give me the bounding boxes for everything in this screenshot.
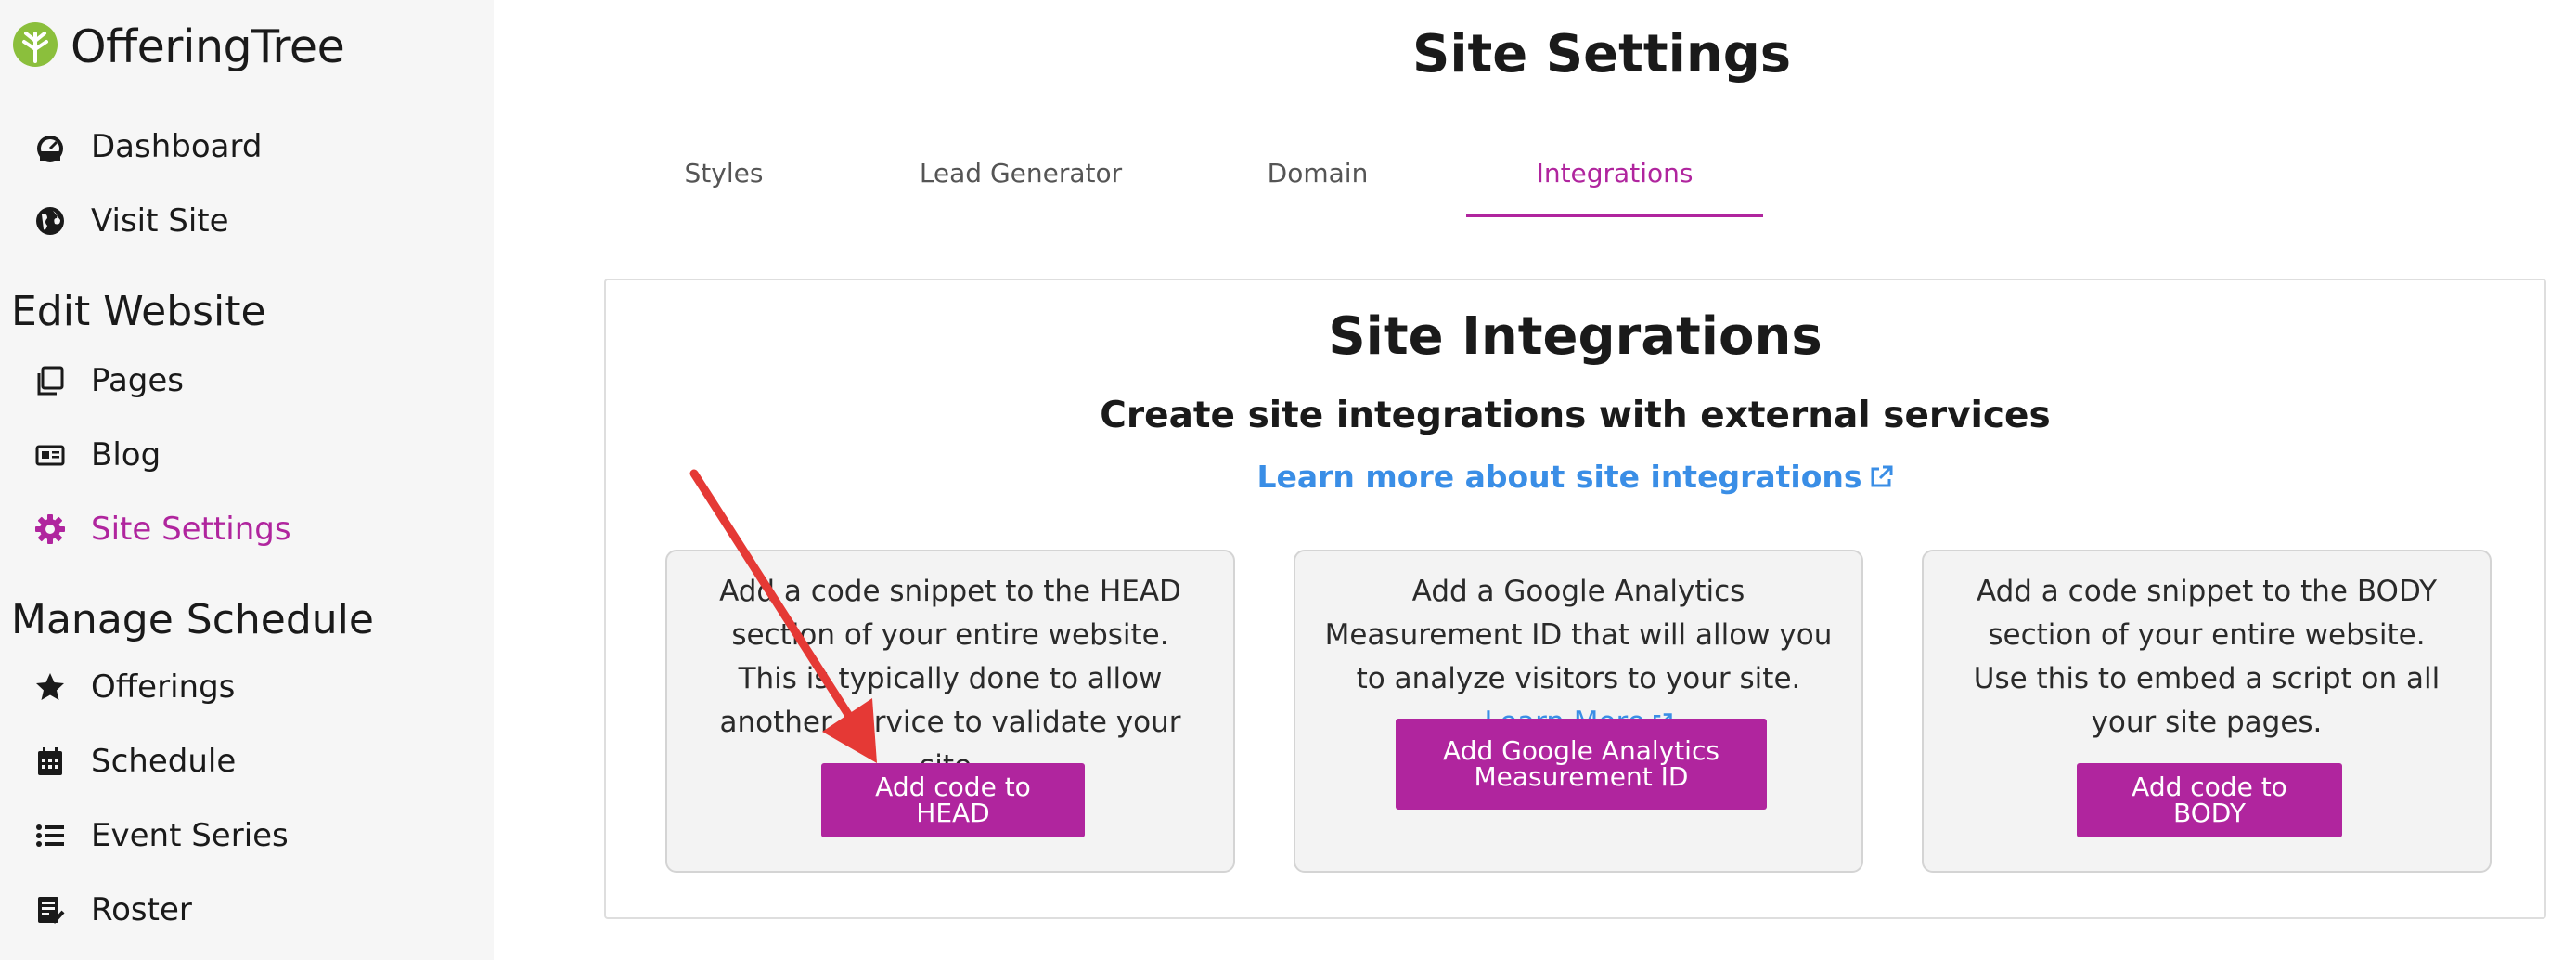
learn-more-integrations-label: Learn more about site integrations xyxy=(1256,459,1862,495)
sidebar-item-site-settings[interactable]: Site Settings xyxy=(32,503,291,555)
panel-subtitle: Create site integrations with external s… xyxy=(1100,395,2051,436)
body-card-description: Add a code snippet to the BODY section o… xyxy=(1973,575,2441,739)
sidebar-item-visit-site[interactable]: Visit Site xyxy=(32,195,229,247)
sidebar-item-roster[interactable]: Roster xyxy=(32,884,192,936)
speedometer-icon xyxy=(32,128,69,165)
add-code-to-body-button[interactable]: Add code to BODY xyxy=(2077,763,2342,837)
sidebar-item-pages[interactable]: Pages xyxy=(32,355,184,407)
add-code-to-head-button[interactable]: Add code to HEAD xyxy=(821,763,1085,837)
sidebar-item-dashboard[interactable]: Dashboard xyxy=(32,121,262,173)
brand-name: OfferingTree xyxy=(71,19,345,73)
sidebar-item-blog[interactable]: Blog xyxy=(32,429,161,481)
calendar-icon xyxy=(32,743,69,780)
head-code-card: Add a code snippet to the HEAD section o… xyxy=(665,550,1235,873)
sidebar-item-label: Schedule xyxy=(91,743,237,780)
sidebar-item-label: Site Settings xyxy=(91,511,291,548)
sidebar-item-event-series[interactable]: Event Series xyxy=(32,810,289,862)
pages-icon xyxy=(32,362,69,399)
page-title: Site Settings xyxy=(1412,24,1792,84)
google-analytics-card: Add a Google Analytics Measurement ID th… xyxy=(1294,550,1863,873)
add-google-analytics-button[interactable]: Add Google Analytics Measurement ID xyxy=(1396,719,1767,810)
section-title-manage-schedule: Manage Schedule xyxy=(11,596,374,643)
sidebar-item-label: Blog xyxy=(91,436,161,474)
list-icon xyxy=(32,817,69,854)
sidebar: OfferingTree Dashboard Visit Site Edit W… xyxy=(0,0,494,960)
sidebar-item-label: Dashboard xyxy=(91,128,263,165)
section-title-edit-website: Edit Website xyxy=(11,288,266,335)
head-card-description: Add a code snippet to the HEAD section o… xyxy=(719,575,1181,783)
tab-styles[interactable]: Styles xyxy=(650,154,798,206)
leaf-logo-icon xyxy=(11,20,59,72)
sidebar-item-label: Pages xyxy=(91,362,185,399)
active-tab-indicator xyxy=(1466,214,1763,217)
external-link-icon xyxy=(1868,461,1894,487)
sidebar-item-label: Event Series xyxy=(91,817,289,854)
star-icon xyxy=(32,668,69,706)
body-code-card: Add a code snippet to the BODY section o… xyxy=(1922,550,2492,873)
tab-lead-generator[interactable]: Lead Generator xyxy=(909,154,1132,206)
gear-icon xyxy=(32,511,69,548)
sidebar-item-label: Visit Site xyxy=(91,202,229,240)
brand-logo[interactable]: OfferingTree xyxy=(11,19,345,73)
roster-icon xyxy=(32,891,69,928)
sidebar-item-label: Offerings xyxy=(91,668,236,706)
sidebar-item-label: Roster xyxy=(91,891,192,928)
panel-title: Site Integrations xyxy=(1328,306,1823,367)
sidebar-item-offerings[interactable]: Offerings xyxy=(32,661,235,713)
sidebar-item-schedule[interactable]: Schedule xyxy=(32,735,236,787)
learn-more-integrations-link[interactable]: Learn more about site integrations xyxy=(604,459,2546,495)
tab-integrations[interactable]: Integrations xyxy=(1466,154,1763,206)
newspaper-icon xyxy=(32,436,69,474)
ga-card-text: Add a Google Analytics Measurement ID th… xyxy=(1324,575,1833,695)
tab-domain[interactable]: Domain xyxy=(1243,154,1392,206)
globe-icon xyxy=(32,202,69,240)
